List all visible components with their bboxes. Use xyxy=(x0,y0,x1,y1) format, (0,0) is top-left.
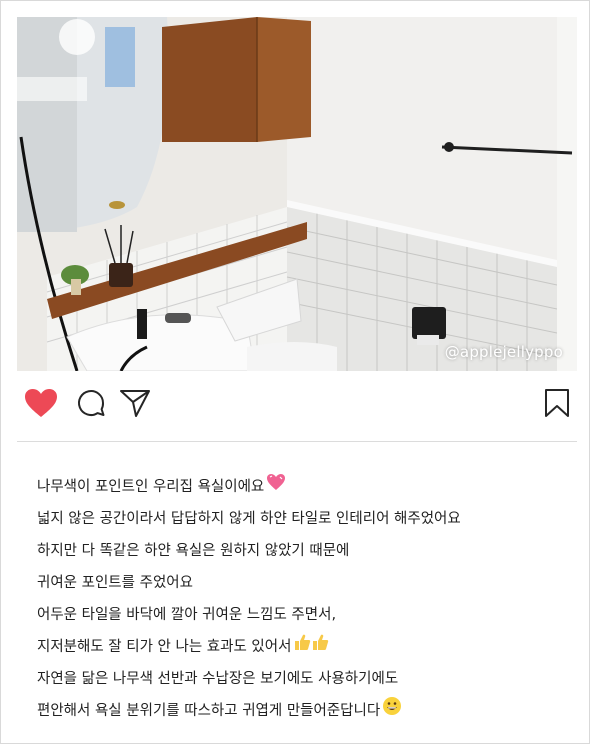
comment-button[interactable] xyxy=(73,385,109,421)
post-card: @applejellyppo 나무색이 포인트인 우리집 욕실이에요 넓지 않은… xyxy=(0,0,590,744)
thumbs-up-emoji xyxy=(293,633,329,661)
save-button[interactable] xyxy=(539,385,575,421)
caption-line: 편안해서 욕실 분위기를 따스하고 귀엽게 만들어준답니다 xyxy=(37,695,567,727)
bathroom-photo-illustration xyxy=(17,17,577,371)
caption-line: 자연을 닮은 나무색 선반과 수납장은 보기에도 사용하기에도 xyxy=(37,671,399,687)
photo-watermark: @applejellyppo xyxy=(444,343,563,361)
post-caption: 나무색이 포인트인 우리집 욕실이에요 넓지 않은 공간이라서 답답하지 않게 … xyxy=(37,471,567,727)
comment-icon xyxy=(78,390,105,416)
caption-line: 귀여운 포인트를 주었어요 xyxy=(37,575,193,591)
post-action-bar xyxy=(17,385,577,425)
sparkling-heart-emoji xyxy=(266,473,286,501)
grinning-face-emoji xyxy=(382,696,402,726)
like-button[interactable] xyxy=(23,385,59,421)
caption-line: 지저분해도 잘 티가 안 나는 효과도 있어서 xyxy=(37,631,567,663)
caption-line: 하지만 다 똑같은 하얀 욕실은 원하지 않았기 때문에 xyxy=(37,543,350,559)
post-photo[interactable]: @applejellyppo xyxy=(17,17,577,371)
send-icon xyxy=(120,390,150,417)
caption-line: 나무색이 포인트인 우리집 욕실이에요 xyxy=(37,471,567,503)
divider xyxy=(17,441,577,442)
bookmark-icon xyxy=(545,389,569,417)
caption-line: 어두운 타일을 바닥에 깔아 귀여운 느낌도 주면서, xyxy=(37,607,337,623)
caption-line: 넓지 않은 공간이라서 답답하지 않게 하얀 타일로 인테리어 해주었어요 xyxy=(37,511,461,527)
share-button[interactable] xyxy=(117,385,153,421)
heart-icon xyxy=(25,389,57,417)
